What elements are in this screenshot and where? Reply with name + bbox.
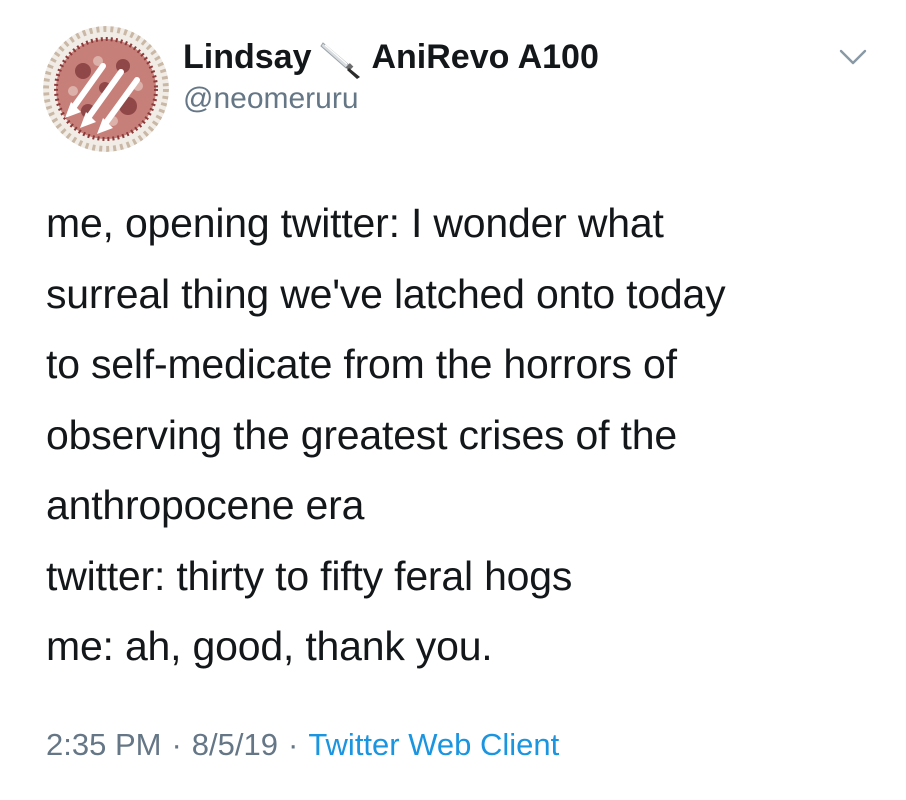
tweet-header: Lindsay AniRevo A100 @neomeruru (183, 34, 599, 116)
tweet-text-line: twitter: thirty to fifty feral hogs (46, 552, 573, 599)
chevron-down-icon[interactable] (838, 46, 868, 68)
tweet-text-line: me, opening twitter: I wonder what (46, 200, 664, 246)
separator-dot: · (287, 727, 299, 762)
avatar-image (43, 26, 169, 152)
author-name-suffix[interactable]: AniRevo A100 (371, 38, 598, 77)
tweet-text-line: observing the greatest crises of the (46, 411, 677, 458)
tweet-metadata: 2:35 PM · 8/5/19 · Twitter Web Client (46, 727, 559, 763)
tweet-card: Lindsay AniRevo A100 @neomeruru me, open… (0, 0, 906, 800)
tweet-text-line: me: ah, good, thank you. (46, 623, 493, 669)
tweet-text-line: to self-medicate from the horrors of (46, 341, 677, 387)
separator-dot: · (171, 727, 182, 762)
knife-icon (319, 39, 363, 79)
author-handle[interactable]: @neomeruru (183, 82, 599, 116)
author-name-row[interactable]: Lindsay AniRevo A100 (183, 34, 599, 80)
tweet-date[interactable]: 8/5/19 (192, 727, 278, 763)
tweet-text: me, opening twitter: I wonder what surre… (46, 188, 886, 682)
tweet-text-line: anthropocene era (46, 482, 365, 528)
tweet-source-link[interactable]: Twitter Web Client (308, 727, 559, 763)
tweet-time[interactable]: 2:35 PM (46, 727, 161, 763)
author-name[interactable]: Lindsay (183, 38, 311, 77)
avatar[interactable] (43, 26, 169, 152)
tweet-text-line: surreal thing we've latched onto today (46, 270, 726, 317)
